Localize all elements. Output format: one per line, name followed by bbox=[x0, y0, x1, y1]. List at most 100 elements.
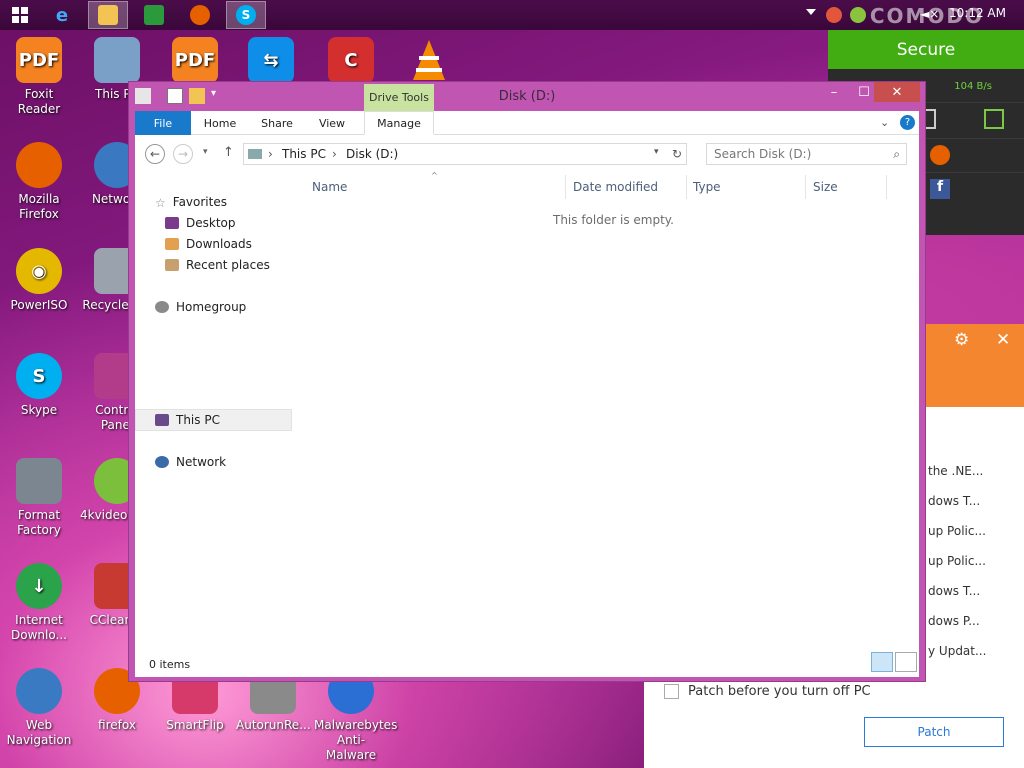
refresh-icon[interactable]: ↻ bbox=[672, 147, 682, 161]
desktop-icon-foxit-reader[interactable]: PDF Foxit Reader bbox=[2, 37, 76, 117]
volume-muted-icon[interactable]: ◄× bbox=[920, 7, 939, 23]
desktop-icon-comodo[interactable]: C bbox=[314, 37, 388, 87]
tab-share[interactable]: Share bbox=[251, 111, 303, 135]
desktop-icon-teamviewer[interactable]: ⇆ bbox=[234, 37, 308, 87]
firefox-icon[interactable] bbox=[930, 145, 950, 165]
settings-gear-icon[interactable]: ⚙ bbox=[954, 330, 969, 350]
nav-label: This PC bbox=[176, 413, 220, 427]
column-header-size[interactable]: Size bbox=[813, 180, 838, 194]
patch-list-item[interactable]: dows T... bbox=[928, 584, 980, 598]
nav-this-pc[interactable]: This PC bbox=[155, 410, 220, 430]
address-bar[interactable]: › This PC › Disk (D:) ▾ ↻ bbox=[243, 143, 687, 165]
this-pc-icon bbox=[94, 37, 140, 83]
search-box[interactable]: Search Disk (D:) ⌕ bbox=[706, 143, 907, 165]
tray-comodo-icon[interactable] bbox=[850, 7, 866, 23]
tasks-icon[interactable] bbox=[984, 109, 1004, 129]
nav-homegroup[interactable]: Homegroup bbox=[155, 297, 246, 317]
comodo-status[interactable]: Secure bbox=[828, 30, 1024, 69]
breadcrumb-this-pc[interactable]: This PC bbox=[282, 147, 326, 161]
format-factory-icon bbox=[16, 458, 62, 504]
store-icon bbox=[144, 5, 164, 25]
window-title: Disk (D:) bbox=[498, 89, 556, 104]
navigation-pane: ☆ Favorites Desktop Downloads Recent pla… bbox=[135, 171, 295, 651]
tab-file[interactable]: File bbox=[135, 111, 191, 135]
clock[interactable]: 10:12 AM bbox=[949, 6, 1006, 20]
nav-favorites[interactable]: ☆ Favorites bbox=[155, 192, 227, 212]
desktop-icon-poweriso[interactable]: ◉ PowerISO bbox=[2, 248, 76, 313]
desktop-icon-label: Malwarebytes Anti-Malware bbox=[314, 718, 398, 762]
up-button[interactable]: ↑ bbox=[223, 145, 234, 160]
nav-desktop[interactable]: Desktop bbox=[165, 213, 236, 233]
start-button[interactable] bbox=[0, 1, 40, 29]
column-divider[interactable] bbox=[686, 175, 687, 199]
expand-ribbon-icon[interactable]: ⌄ bbox=[880, 116, 889, 129]
close-button[interactable]: ✕ bbox=[874, 82, 920, 102]
column-divider[interactable] bbox=[565, 175, 566, 199]
desktop-icon-vlc[interactable] bbox=[392, 37, 466, 87]
nav-network[interactable]: Network bbox=[155, 452, 226, 472]
taskbar-firefox[interactable] bbox=[180, 1, 220, 29]
teamviewer-icon: ⇆ bbox=[248, 37, 294, 83]
recent-places-icon bbox=[165, 259, 179, 271]
title-bar[interactable]: ▾ Drive Tools Disk (D:) – ☐ ✕ bbox=[129, 82, 925, 111]
taskbar-file-explorer[interactable] bbox=[88, 1, 128, 29]
chevron-right-icon: › bbox=[268, 147, 273, 161]
search-input[interactable]: Search Disk (D:) bbox=[714, 147, 811, 161]
network-icon bbox=[155, 456, 169, 468]
homegroup-icon bbox=[155, 301, 169, 313]
column-header-type[interactable]: Type bbox=[693, 180, 721, 194]
taskbar-internet-explorer[interactable]: e bbox=[42, 1, 82, 29]
column-header-date-modified[interactable]: Date modified bbox=[573, 180, 658, 194]
desktop-icon-web-navigation[interactable]: Web Navigation bbox=[2, 668, 76, 748]
desktop-icon-foxit-2[interactable]: PDF bbox=[158, 37, 232, 87]
details-view-button[interactable] bbox=[871, 652, 893, 672]
column-divider[interactable] bbox=[886, 175, 887, 199]
downloads-folder-icon bbox=[165, 238, 179, 250]
close-icon[interactable]: ✕ bbox=[996, 330, 1010, 350]
desktop-icon-skype[interactable]: S Skype bbox=[2, 353, 76, 418]
patch-button[interactable]: Patch bbox=[864, 717, 1004, 747]
forward-button[interactable]: → bbox=[173, 144, 193, 164]
back-button[interactable]: ← bbox=[145, 144, 165, 164]
desktop-icon-idm[interactable]: ↓ Internet Downlo... bbox=[2, 563, 76, 643]
desktop-icon-label: SmartFlip bbox=[166, 718, 224, 732]
search-icon[interactable]: ⌕ bbox=[893, 147, 900, 162]
desktop-icon-label: Format Factory bbox=[17, 508, 61, 537]
desktop-icon-label: Mozilla Firefox bbox=[18, 192, 60, 221]
foxit-icon: PDF bbox=[172, 37, 218, 83]
patch-list-item[interactable]: dows T... bbox=[928, 494, 980, 508]
column-header-name[interactable]: Name bbox=[312, 180, 347, 194]
patch-list-item[interactable]: up Polic... bbox=[928, 524, 986, 538]
patch-on-shutdown-checkbox[interactable] bbox=[664, 684, 679, 699]
minimize-button[interactable]: – bbox=[819, 82, 849, 102]
help-icon[interactable]: ? bbox=[900, 115, 915, 130]
windows-start-icon bbox=[12, 7, 28, 23]
desktop-icon-mozilla-firefox[interactable]: Mozilla Firefox bbox=[2, 142, 76, 222]
breadcrumb-disk-d[interactable]: Disk (D:) bbox=[346, 147, 398, 161]
desktop-icon-label: Foxit Reader bbox=[17, 87, 61, 116]
tab-home[interactable]: Home bbox=[193, 111, 247, 135]
tab-manage[interactable]: Manage bbox=[364, 111, 434, 135]
nav-label: Network bbox=[176, 455, 227, 469]
facebook-icon[interactable]: f bbox=[930, 179, 950, 199]
address-dropdown-icon[interactable]: ▾ bbox=[654, 147, 659, 157]
nav-recent-places[interactable]: Recent places bbox=[165, 255, 270, 275]
taskbar-skype[interactable]: S bbox=[226, 1, 266, 29]
desktop-icon-label: firefox bbox=[98, 718, 136, 732]
desktop-icon-label: Skype bbox=[20, 403, 58, 417]
column-divider[interactable] bbox=[805, 175, 806, 199]
nav-downloads[interactable]: Downloads bbox=[165, 234, 252, 254]
patch-list-item[interactable]: the .NE... bbox=[928, 464, 983, 478]
tray-app-icon[interactable] bbox=[826, 7, 842, 23]
patch-list-item[interactable]: dows P... bbox=[928, 614, 980, 628]
nav-label: Homegroup bbox=[176, 300, 247, 314]
patch-list-item[interactable]: y Updat... bbox=[928, 644, 986, 658]
patch-list-item[interactable]: up Polic... bbox=[928, 554, 986, 568]
tray-expand-icon[interactable] bbox=[806, 9, 816, 15]
taskbar-store[interactable] bbox=[134, 1, 174, 29]
tab-view[interactable]: View bbox=[307, 111, 357, 135]
recent-locations-icon[interactable]: ▾ bbox=[203, 147, 208, 157]
large-icons-view-button[interactable] bbox=[895, 652, 917, 672]
desktop-icon-malwarebytes[interactable]: Malwarebytes Anti-Malware bbox=[314, 668, 398, 763]
desktop-icon-format-factory[interactable]: Format Factory bbox=[2, 458, 76, 538]
